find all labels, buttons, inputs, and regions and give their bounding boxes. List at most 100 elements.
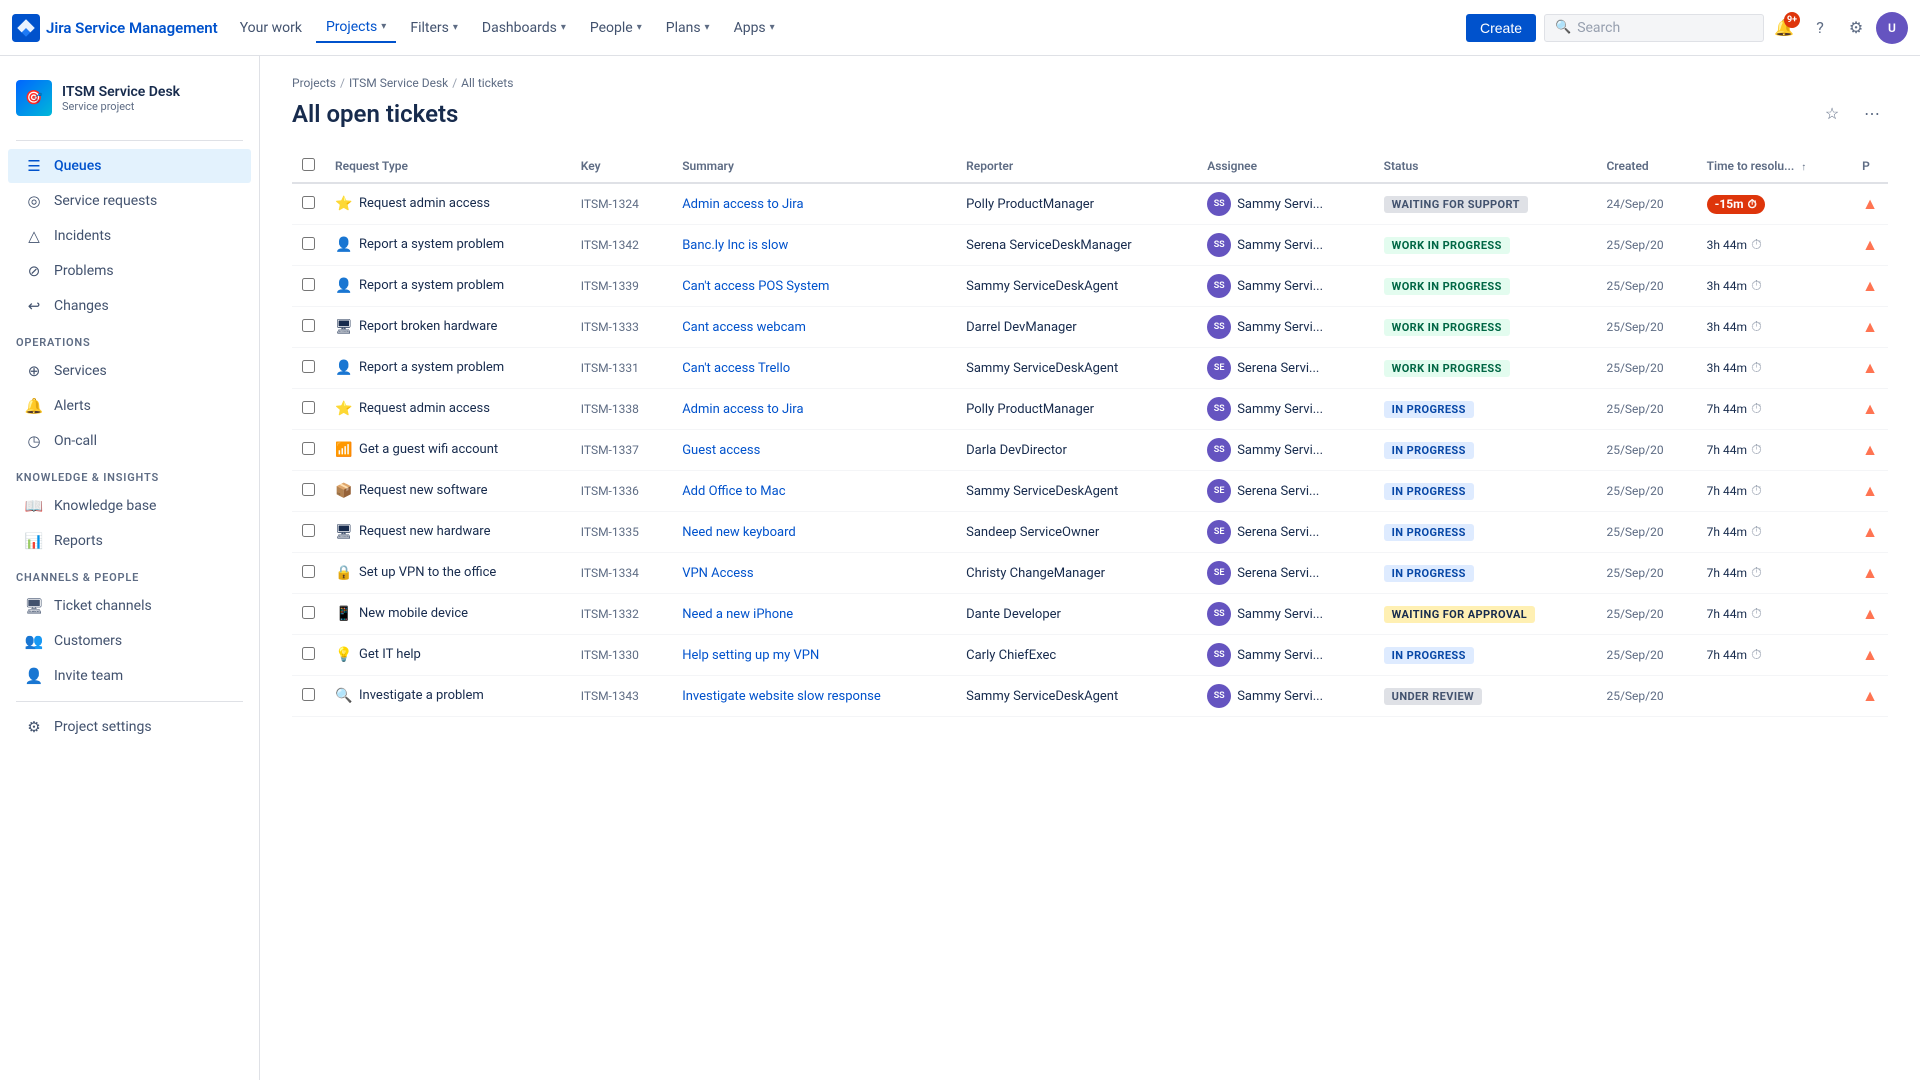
summary-link[interactable]: Need a new iPhone xyxy=(682,607,793,622)
main-header: Projects / ITSM Service Desk / All ticke… xyxy=(260,56,1920,130)
summary-link[interactable]: Investigate website slow response xyxy=(682,689,881,704)
user-avatar[interactable]: U xyxy=(1876,12,1908,44)
breadcrumb-itsm[interactable]: ITSM Service Desk xyxy=(349,76,448,90)
row-checkbox[interactable] xyxy=(302,319,315,332)
summary-link[interactable]: Need new keyboard xyxy=(682,525,796,540)
summary-link[interactable]: Can't access POS System xyxy=(682,279,829,294)
request-type-cell: 📱 New mobile device xyxy=(325,594,571,635)
clock-icon: ⏱ xyxy=(1751,606,1762,622)
summary-link[interactable]: Can't access Trello xyxy=(682,361,790,376)
row-checkbox[interactable] xyxy=(302,688,315,701)
topnav: Jira Service Management Your work Projec… xyxy=(0,0,1920,56)
key-cell: ITSM-1334 xyxy=(571,553,672,594)
sidebar-item-reports[interactable]: 📊 Reports xyxy=(8,524,251,558)
sidebar-item-on-call[interactable]: ◷ On-call xyxy=(8,424,251,458)
col-time-to-resolution[interactable]: Time to resolu... ↑ xyxy=(1697,150,1853,183)
app-logo[interactable]: Jira Service Management xyxy=(12,14,218,42)
select-all-checkbox[interactable] xyxy=(302,158,315,171)
table-row: 👤 Report a system problem ITSM-1339Can't… xyxy=(292,266,1888,307)
channels-section-label: CHANNELS & PEOPLE xyxy=(0,559,259,588)
row-checkbox[interactable] xyxy=(302,237,315,250)
assignee-name: Sammy Servi... xyxy=(1237,443,1323,458)
row-checkbox[interactable] xyxy=(302,442,315,455)
sidebar-item-services[interactable]: ⊕ Services xyxy=(8,354,251,388)
problems-icon: ⊘ xyxy=(24,262,44,280)
sidebar-item-alerts[interactable]: 🔔 Alerts xyxy=(8,389,251,423)
sidebar-item-project-settings[interactable]: ⚙ Project settings xyxy=(8,710,251,744)
sidebar-item-invite-team[interactable]: 👤 Invite team xyxy=(8,659,251,693)
key-cell: ITSM-1331 xyxy=(571,348,672,389)
settings-button[interactable]: ⚙ xyxy=(1840,12,1872,44)
assignee-avatar: SS xyxy=(1207,274,1231,298)
sidebar-item-knowledge-base-label: Knowledge base xyxy=(54,498,156,514)
star-button[interactable]: ☆ xyxy=(1816,98,1848,130)
table-row: 🔍 Investigate a problem ITSM-1343Investi… xyxy=(292,676,1888,717)
nav-apps[interactable]: Apps ▾ xyxy=(724,14,785,42)
key-cell: ITSM-1338 xyxy=(571,389,672,430)
breadcrumb-all-tickets[interactable]: All tickets xyxy=(461,76,513,90)
request-type-text: Investigate a problem xyxy=(359,687,484,705)
sidebar-item-knowledge-base[interactable]: 📖 Knowledge base xyxy=(8,489,251,523)
sidebar-item-ticket-channels[interactable]: 🖥 Ticket channels xyxy=(8,589,251,623)
summary-link[interactable]: Admin access to Jira xyxy=(682,402,803,417)
status-badge: WORK IN PROGRESS xyxy=(1384,319,1510,336)
breadcrumb-projects[interactable]: Projects xyxy=(292,76,336,90)
sidebar-item-service-requests[interactable]: ◎ Service requests xyxy=(8,184,251,218)
request-type-icon: 💡 xyxy=(335,647,353,663)
assignee-avatar: SS xyxy=(1207,643,1231,667)
nav-your-work[interactable]: Your work xyxy=(230,14,312,42)
priority-cell: ▲ xyxy=(1852,471,1888,512)
row-checkbox[interactable] xyxy=(302,360,315,373)
notifications-button[interactable]: 🔔 9+ xyxy=(1768,12,1800,44)
dashboards-chevron-icon: ▾ xyxy=(561,22,566,33)
summary-cell: Need a new iPhone xyxy=(672,594,956,635)
time-cell: 3h 44m ⏱ xyxy=(1697,307,1853,348)
summary-link[interactable]: Admin access to Jira xyxy=(682,197,803,212)
row-checkbox[interactable] xyxy=(302,483,315,496)
assignee-cell: SE Serena Servi... xyxy=(1197,471,1373,512)
sidebar-item-incidents[interactable]: △ Incidents xyxy=(8,219,251,253)
row-checkbox[interactable] xyxy=(302,606,315,619)
nav-dashboards[interactable]: Dashboards ▾ xyxy=(472,14,576,42)
sidebar-item-changes[interactable]: ↩ Changes xyxy=(8,289,251,323)
request-type-cell: 👤 Report a system problem xyxy=(325,266,571,307)
row-checkbox[interactable] xyxy=(302,647,315,660)
row-checkbox[interactable] xyxy=(302,278,315,291)
nav-projects[interactable]: Projects ▾ xyxy=(316,13,396,43)
create-button[interactable]: Create xyxy=(1466,14,1536,42)
row-checkbox[interactable] xyxy=(302,565,315,578)
request-type-text: Set up VPN to the office xyxy=(359,564,496,582)
sidebar-item-customers[interactable]: 👥 Customers xyxy=(8,624,251,658)
clock-icon: ⏱ xyxy=(1748,197,1757,212)
summary-link[interactable]: VPN Access xyxy=(682,566,753,581)
sort-icon: ↑ xyxy=(1801,162,1806,173)
time-normal: 7h 44m xyxy=(1707,607,1747,621)
table-row: 🖥 Report broken hardware ITSM-1333Cant a… xyxy=(292,307,1888,348)
summary-link[interactable]: Guest access xyxy=(682,443,760,458)
row-checkbox[interactable] xyxy=(302,401,315,414)
request-type-text: Report a system problem xyxy=(359,236,504,254)
summary-link[interactable]: Help setting up my VPN xyxy=(682,648,819,663)
time-cell: 7h 44m ⏱ xyxy=(1697,512,1853,553)
sidebar-item-invite-team-label: Invite team xyxy=(54,668,123,684)
row-checkbox-cell xyxy=(292,430,325,471)
breadcrumb-sep-1: / xyxy=(340,76,345,90)
summary-link[interactable]: Cant access webcam xyxy=(682,320,806,335)
row-checkbox[interactable] xyxy=(302,196,315,209)
nav-people[interactable]: People ▾ xyxy=(580,14,652,42)
request-type-icon: 👤 xyxy=(335,237,353,253)
row-checkbox[interactable] xyxy=(302,524,315,537)
summary-link[interactable]: Add Office to Mac xyxy=(682,484,785,499)
sidebar-item-queues[interactable]: ☰ Queues xyxy=(8,149,251,183)
summary-cell: Can't access Trello xyxy=(672,348,956,389)
more-options-button[interactable]: ⋯ xyxy=(1856,98,1888,130)
help-button[interactable]: ? xyxy=(1804,12,1836,44)
search-bar[interactable]: 🔍 Search xyxy=(1544,14,1764,42)
main-layout: 🎯 ITSM Service Desk Service project ☰ Qu… xyxy=(0,56,1920,1080)
row-checkbox-cell xyxy=(292,225,325,266)
nav-filters[interactable]: Filters ▾ xyxy=(400,14,468,42)
summary-link[interactable]: Banc.ly Inc is slow xyxy=(682,238,788,253)
nav-plans[interactable]: Plans ▾ xyxy=(656,14,720,42)
sidebar-item-problems[interactable]: ⊘ Problems xyxy=(8,254,251,288)
status-badge: IN PROGRESS xyxy=(1384,442,1474,459)
